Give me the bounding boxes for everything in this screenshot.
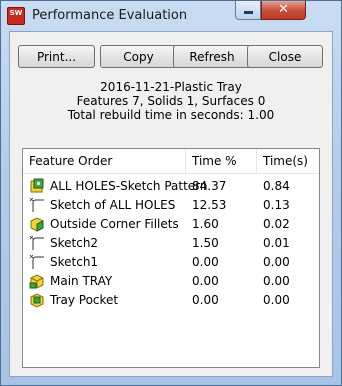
copy-button[interactable]: Copy bbox=[100, 45, 177, 68]
title-bar[interactable]: SW Performance Evaluation ✕ bbox=[1, 1, 341, 31]
table-row[interactable]: Main TRAY 0.00 0.00 bbox=[23, 272, 319, 291]
feature-name: Outside Corner Fillets bbox=[50, 217, 179, 231]
print-button[interactable]: Print... bbox=[18, 45, 95, 68]
column-header-time-percent[interactable]: Time % bbox=[186, 149, 256, 173]
table-row[interactable]: Tray Pocket 0.00 0.00 bbox=[23, 291, 319, 310]
time-seconds: 0.84 bbox=[263, 179, 290, 193]
sketch-icon bbox=[29, 235, 44, 250]
column-header-feature-order[interactable]: Feature Order bbox=[23, 149, 185, 173]
sketch-icon bbox=[29, 254, 44, 269]
time-seconds: 0.00 bbox=[263, 274, 290, 288]
sketch-pattern-icon bbox=[30, 178, 44, 193]
solidworks-app-icon: SW bbox=[7, 7, 25, 25]
time-seconds: 0.01 bbox=[263, 236, 290, 250]
time-seconds: 0.13 bbox=[263, 198, 290, 212]
feature-name: Sketch1 bbox=[50, 255, 99, 269]
table-row[interactable]: Sketch1 0.00 0.00 bbox=[23, 253, 319, 272]
feature-table[interactable]: Feature Order Time % Time(s) ALL HOLES-S… bbox=[22, 148, 320, 368]
minimize-button[interactable] bbox=[235, 1, 261, 20]
time-percent: 0.00 bbox=[192, 293, 219, 307]
dialog-body: Print... Copy Refresh Close 2016-11-21-P… bbox=[9, 31, 333, 377]
table-row[interactable]: Outside Corner Fillets 1.60 0.02 bbox=[23, 215, 319, 234]
window-title: Performance Evaluation bbox=[32, 8, 188, 23]
close-button[interactable]: Close bbox=[247, 45, 323, 68]
time-percent: 0.00 bbox=[192, 255, 219, 269]
window-close-button[interactable]: ✕ bbox=[261, 1, 306, 20]
table-row[interactable]: Sketch2 1.50 0.01 bbox=[23, 234, 319, 253]
feature-name: Sketch of ALL HOLES bbox=[50, 198, 176, 212]
file-name-label: 2016-11-21-Plastic Tray bbox=[100, 80, 242, 94]
time-percent: 12.53 bbox=[192, 198, 227, 212]
time-percent: 1.50 bbox=[192, 236, 219, 250]
table-row[interactable]: Sketch of ALL HOLES 12.53 0.13 bbox=[23, 196, 319, 215]
feature-name: Sketch2 bbox=[50, 236, 99, 250]
time-percent: 1.60 bbox=[192, 217, 219, 231]
fillet-icon bbox=[30, 217, 44, 232]
table-row[interactable]: ALL HOLES-Sketch Pattern 84.37 0.84 bbox=[23, 177, 319, 196]
close-icon: ✕ bbox=[278, 2, 289, 17]
time-seconds: 0.00 bbox=[263, 293, 290, 307]
extrude-icon bbox=[29, 274, 44, 289]
refresh-button[interactable]: Refresh bbox=[173, 45, 251, 68]
performance-evaluation-window: SW Performance Evaluation ✕ Print... Cop… bbox=[0, 0, 342, 386]
feature-name: Tray Pocket bbox=[50, 293, 119, 307]
table-header: Feature Order Time % Time(s) bbox=[23, 149, 319, 174]
time-seconds: 0.00 bbox=[263, 255, 290, 269]
column-header-time-seconds[interactable]: Time(s) bbox=[257, 149, 319, 173]
time-seconds: 0.02 bbox=[263, 217, 290, 231]
time-percent: 84.37 bbox=[192, 179, 227, 193]
sketch-icon bbox=[29, 197, 44, 212]
feature-counts-label: Features 7, Solids 1, Surfaces 0 bbox=[76, 94, 266, 108]
cut-icon bbox=[30, 293, 44, 308]
minimize-icon bbox=[244, 11, 253, 14]
feature-name: ALL HOLES-Sketch Pattern bbox=[50, 179, 208, 193]
rebuild-time-label: Total rebuild time in seconds: 1.00 bbox=[67, 108, 275, 122]
feature-name: Main TRAY bbox=[50, 274, 113, 288]
time-percent: 0.00 bbox=[192, 274, 219, 288]
